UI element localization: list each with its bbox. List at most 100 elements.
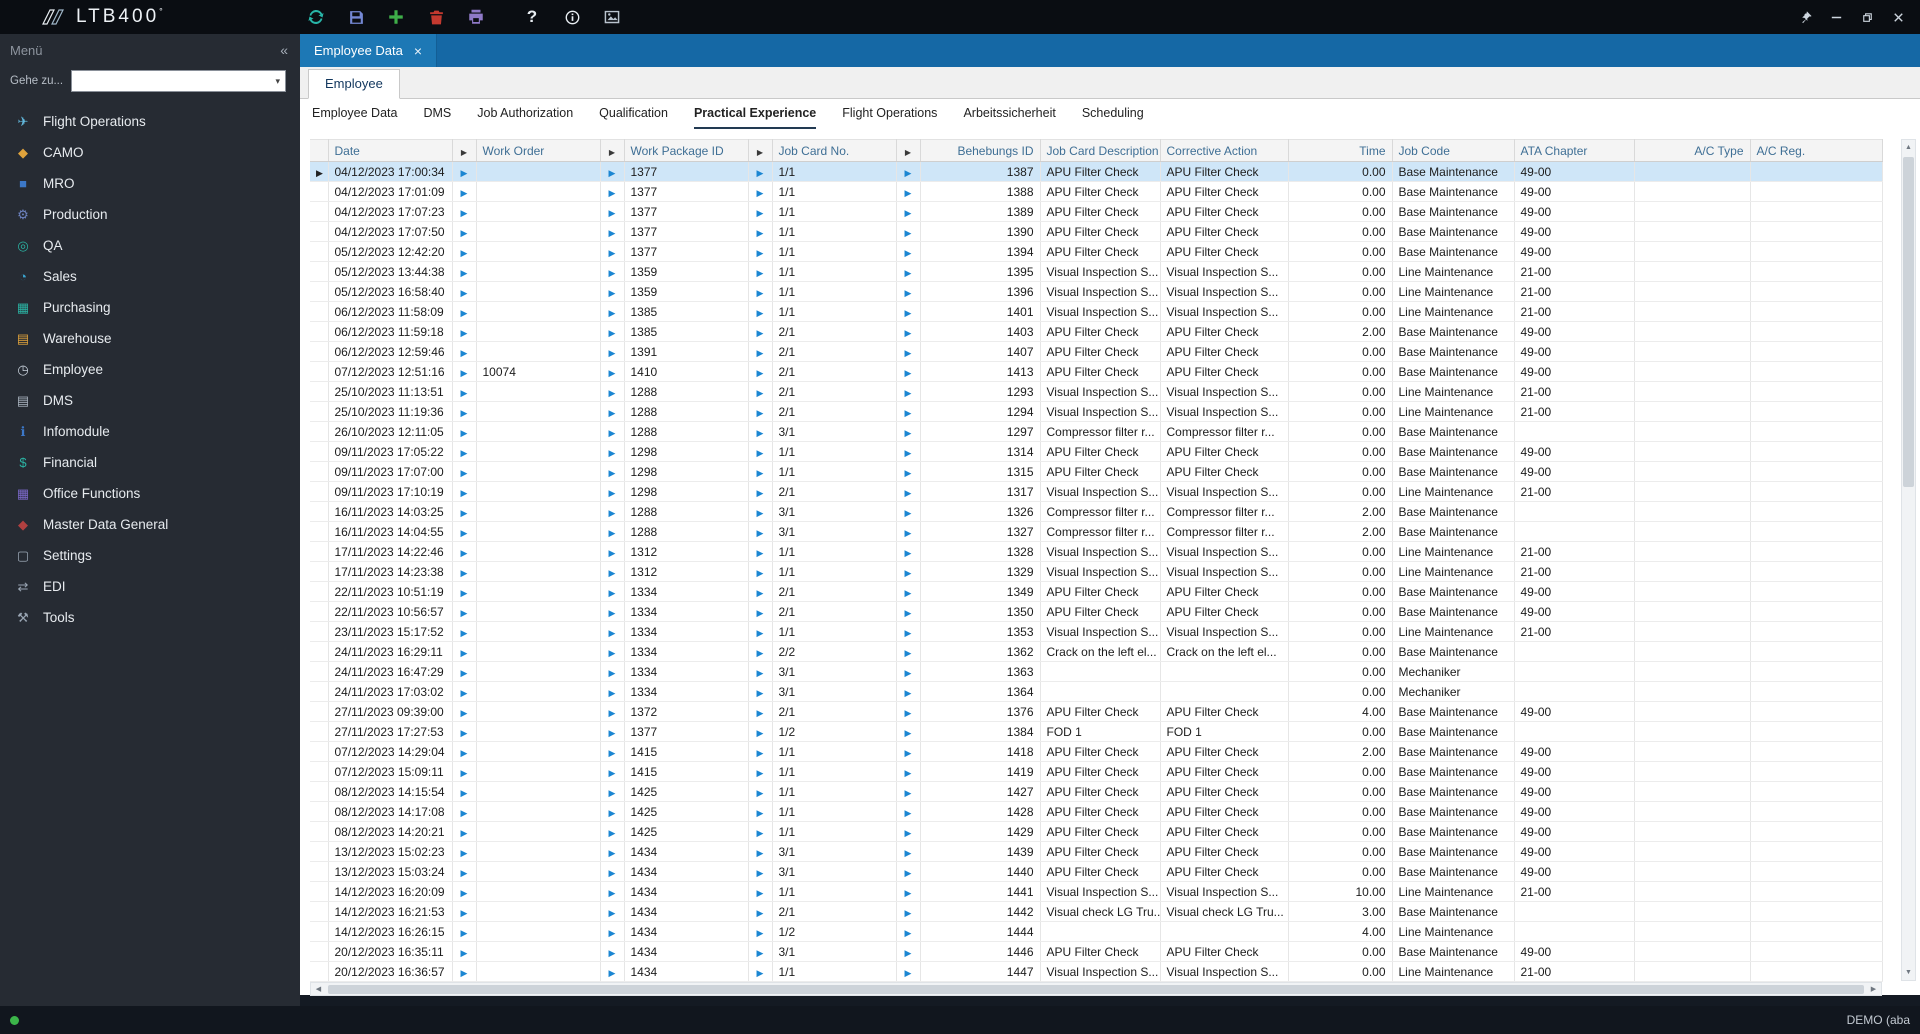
row-drilldown-icon[interactable]: ▶ [461,228,468,238]
row-drilldown-icon[interactable]: ▶ [905,208,912,218]
row-drilldown-icon[interactable]: ▶ [905,868,912,878]
table-row[interactable]: 16/11/2023 14:04:55 ▶ ▶ 1288 ▶ 3/1 ▶ 1327 Compre… [310,521,1883,542]
filter-arrow-header-icon[interactable]: ▶ [452,139,477,162]
add-button[interactable] [380,3,412,31]
row-drilldown-icon[interactable]: ▶ [905,428,912,438]
sidebar-item-purchasing[interactable]: ▦ Purchasing [0,292,300,323]
row-drilldown-icon[interactable]: ▶ [461,708,468,718]
row-drilldown-icon[interactable]: ▶ [609,328,616,338]
row-drilldown-icon[interactable]: ▶ [757,668,764,678]
sidebar-item-qa[interactable]: ◎ QA [0,230,300,261]
table-row[interactable]: 14/12/2023 16:21:53 ▶ ▶ 1434 ▶ 2/1 ▶ 1442 Visual… [310,901,1883,922]
row-drilldown-icon[interactable]: ▶ [461,928,468,938]
row-drilldown-icon[interactable]: ▶ [461,408,468,418]
image-button[interactable] [596,3,628,31]
row-drilldown-icon[interactable]: ▶ [609,188,616,198]
row-drilldown-icon[interactable]: ▶ [757,188,764,198]
row-drilldown-icon[interactable]: ▶ [609,588,616,598]
row-drilldown-icon[interactable]: ▶ [905,768,912,778]
row-drilldown-icon[interactable]: ▶ [757,508,764,518]
row-drilldown-icon[interactable]: ▶ [461,888,468,898]
page-tab-employee[interactable]: Employee [308,69,400,99]
table-row[interactable]: 07/12/2023 12:51:16 ▶ 10074 ▶ 1410 ▶ 2/1 ▶ 1413 A… [310,361,1883,382]
row-drilldown-icon[interactable]: ▶ [461,628,468,638]
row-drilldown-icon[interactable]: ▶ [757,488,764,498]
row-drilldown-icon[interactable]: ▶ [757,848,764,858]
row-drilldown-icon[interactable]: ▶ [905,948,912,958]
row-drilldown-icon[interactable]: ▶ [461,268,468,278]
table-row[interactable]: 20/12/2023 16:35:11 ▶ ▶ 1434 ▶ 3/1 ▶ 1446 APU Fi… [310,941,1883,962]
row-drilldown-icon[interactable]: ▶ [609,268,616,278]
table-row[interactable]: 13/12/2023 15:03:24 ▶ ▶ 1434 ▶ 3/1 ▶ 1440 APU Fi… [310,861,1883,882]
row-drilldown-icon[interactable]: ▶ [757,308,764,318]
table-row[interactable]: 20/12/2023 16:36:57 ▶ ▶ 1434 ▶ 1/1 ▶ 1447 Visual… [310,961,1883,982]
scroll-right-icon[interactable]: ▶ [1866,983,1881,995]
row-drilldown-icon[interactable]: ▶ [757,608,764,618]
row-drilldown-icon[interactable]: ▶ [609,428,616,438]
sidebar-item-camo[interactable]: ◆ CAMO [0,137,300,168]
table-row[interactable]: 05/12/2023 16:58:40 ▶ ▶ 1359 ▶ 1/1 ▶ 1396 Visual… [310,281,1883,302]
column-header-work-package-id[interactable]: Work Package ID [624,139,749,162]
row-drilldown-icon[interactable]: ▶ [905,608,912,618]
info-button[interactable] [556,3,588,31]
row-drilldown-icon[interactable]: ▶ [905,688,912,698]
row-drilldown-icon[interactable]: ▶ [905,588,912,598]
table-row[interactable]: 24/11/2023 16:29:11 ▶ ▶ 1334 ▶ 2/2 ▶ 1362 Crack … [310,641,1883,662]
row-drilldown-icon[interactable]: ▶ [757,348,764,358]
row-drilldown-icon[interactable]: ▶ [609,968,616,978]
row-drilldown-icon[interactable]: ▶ [905,388,912,398]
row-drilldown-icon[interactable]: ▶ [905,908,912,918]
row-drilldown-icon[interactable]: ▶ [757,688,764,698]
row-drilldown-icon[interactable]: ▶ [461,548,468,558]
scroll-left-icon[interactable]: ◀ [311,983,326,995]
row-drilldown-icon[interactable]: ▶ [905,968,912,978]
row-drilldown-icon[interactable]: ▶ [757,248,764,258]
row-drilldown-icon[interactable]: ▶ [609,388,616,398]
horizontal-scrollbar[interactable]: ◀ ▶ [310,982,1882,996]
table-row[interactable]: 23/11/2023 15:17:52 ▶ ▶ 1334 ▶ 1/1 ▶ 1353 Visual… [310,621,1883,642]
table-row[interactable]: 26/10/2023 12:11:05 ▶ ▶ 1288 ▶ 3/1 ▶ 1297 Compre… [310,421,1883,442]
row-drilldown-icon[interactable]: ▶ [757,788,764,798]
row-drilldown-icon[interactable]: ▶ [757,968,764,978]
row-drilldown-icon[interactable]: ▶ [609,368,616,378]
row-drilldown-icon[interactable]: ▶ [609,408,616,418]
row-drilldown-icon[interactable]: ▶ [609,828,616,838]
table-row[interactable]: 27/11/2023 09:39:00 ▶ ▶ 1372 ▶ 2/1 ▶ 1376 APU Fi… [310,701,1883,722]
row-drilldown-icon[interactable]: ▶ [461,968,468,978]
column-header-a-c-type[interactable]: A/C Type [1634,139,1751,162]
row-drilldown-icon[interactable]: ▶ [461,248,468,258]
subtab-flight-operations[interactable]: Flight Operations [842,99,937,129]
table-row[interactable]: 22/11/2023 10:51:19 ▶ ▶ 1334 ▶ 2/1 ▶ 1349 APU Fi… [310,581,1883,602]
sidebar-item-financial[interactable]: $ Financial [0,447,300,478]
row-drilldown-icon[interactable]: ▶ [609,528,616,538]
row-drilldown-icon[interactable]: ▶ [609,748,616,758]
row-drilldown-icon[interactable]: ▶ [905,828,912,838]
vertical-scrollbar-thumb[interactable] [1903,157,1914,487]
row-drilldown-icon[interactable]: ▶ [609,308,616,318]
row-drilldown-icon[interactable]: ▶ [461,668,468,678]
row-drilldown-icon[interactable]: ▶ [905,408,912,418]
row-drilldown-icon[interactable]: ▶ [461,788,468,798]
row-drilldown-icon[interactable]: ▶ [905,308,912,318]
row-drilldown-icon[interactable]: ▶ [905,448,912,458]
row-drilldown-icon[interactable]: ▶ [609,488,616,498]
table-row[interactable]: 14/12/2023 16:20:09 ▶ ▶ 1434 ▶ 1/1 ▶ 1441 Visual… [310,881,1883,902]
row-drilldown-icon[interactable]: ▶ [461,648,468,658]
row-drilldown-icon[interactable]: ▶ [609,948,616,958]
table-row[interactable]: 08/12/2023 14:20:21 ▶ ▶ 1425 ▶ 1/1 ▶ 1429 APU Fi… [310,821,1883,842]
row-drilldown-icon[interactable]: ▶ [609,908,616,918]
row-drilldown-icon[interactable]: ▶ [609,548,616,558]
row-drilldown-icon[interactable]: ▶ [461,908,468,918]
row-drilldown-icon[interactable]: ▶ [461,208,468,218]
table-row[interactable]: 17/11/2023 14:23:38 ▶ ▶ 1312 ▶ 1/1 ▶ 1329 Visual… [310,561,1883,582]
column-header-time[interactable]: Time [1288,139,1393,162]
row-drilldown-icon[interactable]: ▶ [609,168,616,178]
vertical-scrollbar[interactable]: ▲ ▼ [1901,139,1916,981]
row-drilldown-icon[interactable]: ▶ [757,368,764,378]
scroll-up-icon[interactable]: ▲ [1902,140,1915,155]
row-drilldown-icon[interactable]: ▶ [461,348,468,358]
table-row[interactable]: 07/12/2023 15:09:11 ▶ ▶ 1415 ▶ 1/1 ▶ 1419 APU Fi… [310,761,1883,782]
sidebar-item-employee[interactable]: ◷ Employee [0,354,300,385]
row-drilldown-icon[interactable]: ▶ [461,428,468,438]
row-drilldown-icon[interactable]: ▶ [757,948,764,958]
